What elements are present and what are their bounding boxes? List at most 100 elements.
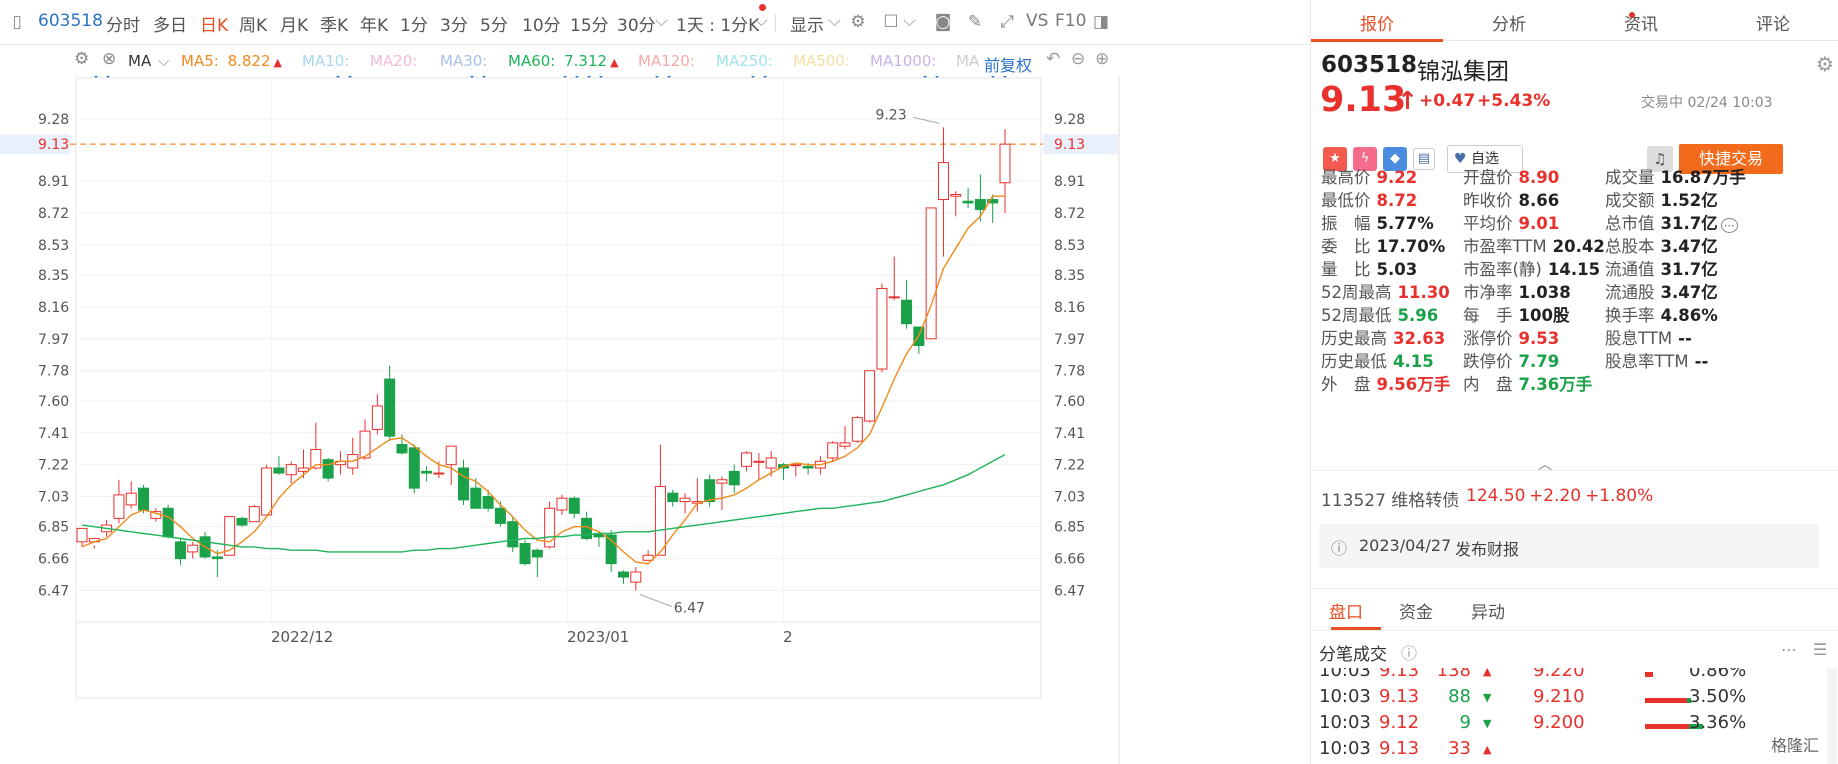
candle[interactable] bbox=[741, 451, 753, 472]
zoom-out-icon[interactable]: ⊖ bbox=[1071, 49, 1085, 69]
candle[interactable] bbox=[728, 464, 740, 494]
candle[interactable] bbox=[827, 441, 839, 462]
candle[interactable] bbox=[125, 481, 137, 509]
candle[interactable] bbox=[174, 538, 186, 566]
candle[interactable] bbox=[138, 484, 150, 514]
chevron-down-icon[interactable]: ⌵ bbox=[903, 11, 916, 31]
reset-icon[interactable]: ↶ bbox=[1046, 49, 1060, 69]
range-select[interactable]: 1天 : 1分K bbox=[676, 11, 759, 36]
candle[interactable] bbox=[371, 394, 383, 435]
ma-item[interactable]: MA1000: bbox=[870, 52, 936, 70]
candle[interactable] bbox=[876, 283, 888, 373]
candle[interactable] bbox=[704, 474, 716, 507]
quote-tab-2[interactable]: 资讯 bbox=[1575, 10, 1707, 35]
settings-icon[interactable]: ⚙ bbox=[74, 49, 89, 69]
collapse-icon[interactable]: ︿ bbox=[1538, 454, 1552, 474]
candle[interactable] bbox=[999, 129, 1011, 213]
ma-item[interactable]: MA10: bbox=[302, 52, 349, 70]
candle[interactable] bbox=[421, 466, 433, 482]
candle[interactable] bbox=[851, 415, 863, 443]
period-tab-8[interactable]: 3分 bbox=[440, 11, 468, 36]
ma-item[interactable]: MA bbox=[956, 52, 979, 70]
sub-tab-1[interactable]: 资金 bbox=[1399, 598, 1433, 623]
camera-icon[interactable]: ◙ bbox=[930, 10, 956, 34]
ma-label[interactable]: MA bbox=[128, 52, 151, 70]
period-tab-11[interactable]: 15分 bbox=[570, 11, 609, 36]
period-tab-9[interactable]: 5分 bbox=[480, 11, 508, 36]
candle[interactable] bbox=[248, 504, 260, 523]
display-button[interactable]: 显示 bbox=[790, 11, 824, 36]
candle[interactable] bbox=[322, 457, 334, 482]
stock-code[interactable]: 603518 bbox=[38, 11, 103, 31]
candle[interactable] bbox=[716, 476, 728, 510]
adjust-mode-button[interactable]: 前复权 bbox=[984, 52, 1032, 76]
quote-tab-0[interactable]: 报价 bbox=[1311, 10, 1443, 35]
ma-item[interactable]: MA5: 8.822 ▲ bbox=[181, 52, 282, 70]
notice-bar[interactable]: ⓘ 2023/04/27 发布财报 bbox=[1319, 524, 1819, 568]
candle[interactable] bbox=[113, 479, 125, 524]
ma-item[interactable]: MA500: bbox=[793, 52, 850, 70]
candle[interactable] bbox=[691, 478, 703, 512]
period-tab-6[interactable]: 年K bbox=[360, 11, 388, 36]
sub-tab-0[interactable]: 盘口 bbox=[1329, 598, 1363, 623]
candle[interactable] bbox=[864, 370, 876, 423]
candle[interactable] bbox=[888, 256, 900, 301]
candle[interactable] bbox=[630, 567, 642, 591]
candle[interactable] bbox=[667, 489, 679, 507]
pencil-icon[interactable]: ✎ bbox=[962, 10, 988, 34]
candle[interactable] bbox=[507, 516, 519, 552]
candle[interactable] bbox=[236, 516, 248, 527]
candle[interactable] bbox=[187, 541, 199, 559]
candle[interactable] bbox=[581, 511, 593, 541]
candle[interactable] bbox=[839, 426, 851, 450]
candle[interactable] bbox=[642, 550, 654, 561]
sub-tab-2[interactable]: 异动 bbox=[1471, 598, 1505, 623]
candle[interactable] bbox=[285, 461, 297, 484]
close-icon[interactable]: ⊗ bbox=[102, 49, 116, 69]
period-tab-7[interactable]: 1分 bbox=[400, 11, 428, 36]
candle[interactable] bbox=[814, 456, 826, 475]
kline-chart[interactable]: 9.28 9.28 8.91 8.91 8.72 8.72 8.53 8.53 8.35 8.35… bbox=[0, 76, 1310, 764]
f10-button[interactable]: F10 bbox=[1055, 11, 1086, 31]
more-icon[interactable]: ⋯ bbox=[1720, 218, 1738, 233]
period-tab-3[interactable]: 周K bbox=[239, 11, 267, 36]
vs-button[interactable]: VS bbox=[1026, 11, 1048, 31]
candle[interactable] bbox=[987, 194, 999, 224]
candle[interactable] bbox=[76, 527, 88, 547]
period-tab-10[interactable]: 10分 bbox=[522, 11, 561, 36]
settings-icon[interactable]: ⚙ bbox=[1816, 52, 1834, 76]
period-tab-12[interactable]: 30分 bbox=[617, 11, 656, 36]
chevron-down-icon[interactable]: ⌵ bbox=[158, 52, 169, 70]
fullscreen-icon[interactable]: ⤢ bbox=[994, 10, 1020, 34]
drawing-box-icon[interactable]: ☐ bbox=[878, 10, 904, 34]
candle[interactable] bbox=[519, 540, 531, 566]
chevron-down-icon[interactable]: ⌵ bbox=[828, 11, 841, 31]
candle[interactable] bbox=[568, 496, 580, 519]
candle[interactable] bbox=[433, 461, 445, 479]
zoom-in-icon[interactable]: ⊕ bbox=[1095, 49, 1109, 69]
panel-toggle-icon[interactable]: ◨ bbox=[1088, 10, 1114, 34]
candle[interactable] bbox=[261, 464, 273, 516]
scrollbar[interactable] bbox=[1827, 668, 1837, 764]
chevron-down-icon[interactable]: ⌵ bbox=[755, 11, 768, 31]
candle[interactable] bbox=[310, 422, 322, 470]
sidebar-toggle-icon[interactable]: ▯ bbox=[4, 10, 30, 34]
candle[interactable] bbox=[901, 280, 913, 329]
period-tab-1[interactable]: 多日 bbox=[153, 11, 187, 36]
ma-item[interactable]: MA250: bbox=[716, 52, 773, 70]
candle[interactable] bbox=[937, 127, 949, 257]
quote-tab-1[interactable]: 分析 bbox=[1443, 10, 1575, 35]
candle[interactable] bbox=[408, 444, 420, 494]
quote-tab-3[interactable]: 评论 bbox=[1707, 10, 1838, 35]
ma-item[interactable]: MA20: bbox=[370, 52, 417, 70]
candle[interactable] bbox=[482, 489, 494, 512]
candle[interactable] bbox=[470, 478, 482, 509]
ma-item[interactable]: MA30: bbox=[440, 52, 487, 70]
settings-icon[interactable]: ⚙ bbox=[845, 10, 871, 34]
candle[interactable] bbox=[605, 530, 617, 573]
candle[interactable] bbox=[753, 452, 765, 480]
period-tab-0[interactable]: 分时 bbox=[106, 11, 140, 36]
period-tab-5[interactable]: 季K bbox=[320, 11, 348, 36]
ma-item[interactable]: MA120: bbox=[638, 52, 695, 70]
candle[interactable] bbox=[925, 207, 937, 340]
